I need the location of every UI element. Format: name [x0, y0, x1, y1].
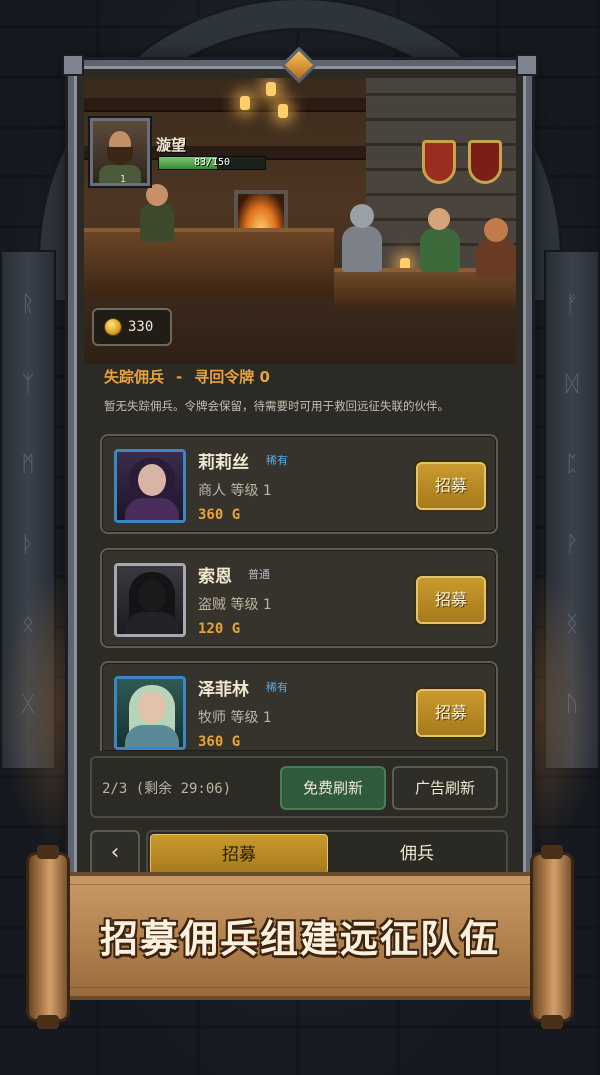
rarity-badge: 稀有 [266, 681, 288, 694]
elf-head [428, 208, 450, 230]
recruit-button[interactable]: 招募 [416, 689, 486, 737]
mercenary-name: 泽菲林 [198, 680, 249, 700]
back-button[interactable]: ‹ [90, 830, 140, 878]
rune-icon: ᚠ [565, 292, 579, 317]
tab-mercenary[interactable]: 佣兵 [328, 834, 506, 874]
rarity-badge: 稀有 [266, 454, 288, 467]
mercenary-class-level: 牧师 等级 1 [198, 710, 272, 726]
lantern-icon [278, 104, 288, 118]
hp-bar: 83/150 [158, 156, 266, 170]
missing-mercenary-header: 失踪佣兵 - 寻回令牌 0 [104, 366, 270, 387]
promo-banner-text: 招募佣兵组建远征队伍 [99, 917, 500, 961]
mercenary-portrait [114, 449, 186, 523]
panel-corner [62, 54, 84, 76]
quest-title: 失踪佣兵 [104, 368, 165, 386]
recruit-card: 索恩 普通 盗贼 等级 1 120 G 招募 [100, 548, 498, 648]
mercenary-price: 360 G [198, 734, 241, 750]
rune-icon: ᚹ [565, 532, 579, 557]
rarity-badge: 普通 [248, 568, 270, 581]
player-avatar[interactable]: 1 [88, 116, 152, 188]
avatar-beard [107, 147, 133, 165]
panel-corner [516, 54, 538, 76]
refresh-count-status: 2/3 (剩余 29:06) [102, 781, 232, 797]
mercenary-name: 索恩 [198, 567, 232, 587]
refresh-bar: 2/3 (剩余 29:06) 免费刷新 广告刷新 [90, 756, 508, 818]
token-count: 寻回令牌 0 [194, 368, 270, 386]
bar-counter [84, 228, 334, 298]
gold-counter: 330 [92, 308, 172, 346]
recruit-button[interactable]: 招募 [416, 462, 486, 510]
mercenary-class-level: 商人 等级 1 [198, 483, 272, 499]
bartender-figure [140, 202, 174, 242]
rune-icon: ᚱ [21, 292, 35, 317]
mercenary-class-level: 盗贼 等级 1 [198, 597, 272, 613]
bartender-head [146, 184, 168, 206]
gold-amount: 330 [128, 319, 154, 335]
tab-group: 招募 佣兵 [146, 830, 508, 878]
hp-text: 83/150 [193, 157, 231, 168]
shield-icon [422, 140, 456, 184]
elf-figure [420, 228, 460, 272]
rune-icon: ᛈ [565, 452, 579, 477]
mercenary-name: 莉莉丝 [198, 453, 249, 473]
recruit-card: 莉莉丝 稀有 商人 等级 1 360 G 招募 [100, 434, 498, 534]
tab-recruit[interactable]: 招募 [150, 834, 328, 874]
recruit-card: 泽菲林 稀有 牧师 等级 1 360 G 招募 [100, 661, 498, 751]
quest-description: 暂无失踪佣兵。令牌会保留，待需要时可用于救回远征失联的伙伴。 [104, 399, 449, 413]
knight-figure [342, 226, 382, 272]
mercenary-portrait [114, 676, 186, 750]
recruit-button[interactable]: 招募 [416, 576, 486, 624]
player-name: 漩望 [156, 136, 187, 154]
mercenary-price: 120 G [198, 621, 241, 637]
lantern-icon [266, 82, 276, 96]
rune-icon: ᛗ [21, 452, 35, 477]
dwarf-figure [476, 238, 516, 278]
dwarf-head [484, 218, 508, 242]
mercenary-portrait [114, 563, 186, 637]
rune-icon: ᛞ [565, 372, 579, 397]
mercenary-price: 360 G [198, 507, 241, 523]
quest-separator: - [176, 368, 183, 386]
lantern-icon [240, 96, 250, 110]
free-refresh-button[interactable]: 免费刷新 [280, 766, 386, 810]
shield-icon [468, 140, 502, 184]
ad-refresh-button[interactable]: 广告刷新 [392, 766, 498, 810]
chevron-left-icon: ‹ [110, 840, 120, 865]
rune-icon: ᛉ [21, 372, 35, 397]
rune-icon: ᚦ [21, 532, 35, 557]
knight-helmet [350, 204, 374, 228]
player-level-badge: 1 [119, 174, 127, 185]
gold-coin-icon [104, 318, 122, 336]
